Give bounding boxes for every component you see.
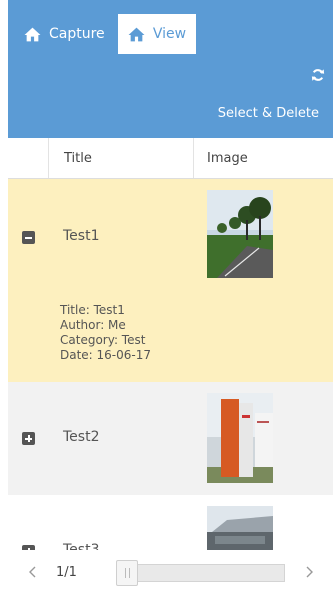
table-row[interactable]: Test3 bbox=[8, 495, 333, 550]
thumbnail-image bbox=[207, 190, 273, 278]
pager: 1/1 bbox=[0, 552, 333, 592]
tab-capture-label: Capture bbox=[49, 26, 105, 42]
chevron-right-icon[interactable] bbox=[304, 566, 314, 578]
home-icon bbox=[24, 27, 41, 41]
tab-view[interactable]: View bbox=[118, 14, 196, 54]
page-indicator: 1/1 bbox=[56, 565, 77, 580]
thumbnail-image bbox=[207, 506, 273, 550]
select-delete-button[interactable]: Select & Delete bbox=[218, 106, 319, 121]
chevron-left-icon[interactable] bbox=[28, 566, 38, 578]
expand-icon[interactable] bbox=[22, 432, 35, 445]
row-title: Test1 bbox=[63, 228, 100, 244]
column-header-image[interactable]: Image bbox=[207, 138, 248, 178]
row-title: Test2 bbox=[63, 429, 100, 445]
page-slider-track[interactable] bbox=[117, 564, 285, 582]
column-header-title[interactable]: Title bbox=[64, 138, 92, 178]
page-slider-handle[interactable] bbox=[116, 560, 138, 586]
detail-title: Title: Test1 bbox=[60, 303, 125, 317]
expand-icon[interactable] bbox=[22, 545, 35, 550]
home-icon bbox=[128, 27, 145, 41]
row-details: Title: Test1 Author: Me Category: Test D… bbox=[60, 303, 151, 363]
collapse-icon[interactable] bbox=[22, 231, 35, 244]
table-header: Title Image bbox=[8, 138, 333, 179]
thumbnail-image bbox=[207, 393, 273, 483]
tab-view-label: View bbox=[152, 26, 187, 42]
refresh-icon[interactable] bbox=[311, 68, 325, 82]
table-row[interactable]: Test1 Title: Test1 Author: Me Category: … bbox=[8, 179, 333, 382]
row-title: Test3 bbox=[63, 542, 100, 550]
tab-capture[interactable]: Capture bbox=[24, 14, 105, 54]
detail-category: Category: Test bbox=[60, 333, 146, 347]
column-divider bbox=[48, 138, 49, 178]
detail-author: Author: Me bbox=[60, 318, 126, 332]
detail-date: Date: 16-06-17 bbox=[60, 348, 152, 362]
column-divider bbox=[193, 138, 194, 178]
top-bar: Capture View Select & Delete bbox=[8, 0, 333, 138]
table-row[interactable]: Test2 bbox=[8, 382, 333, 495]
